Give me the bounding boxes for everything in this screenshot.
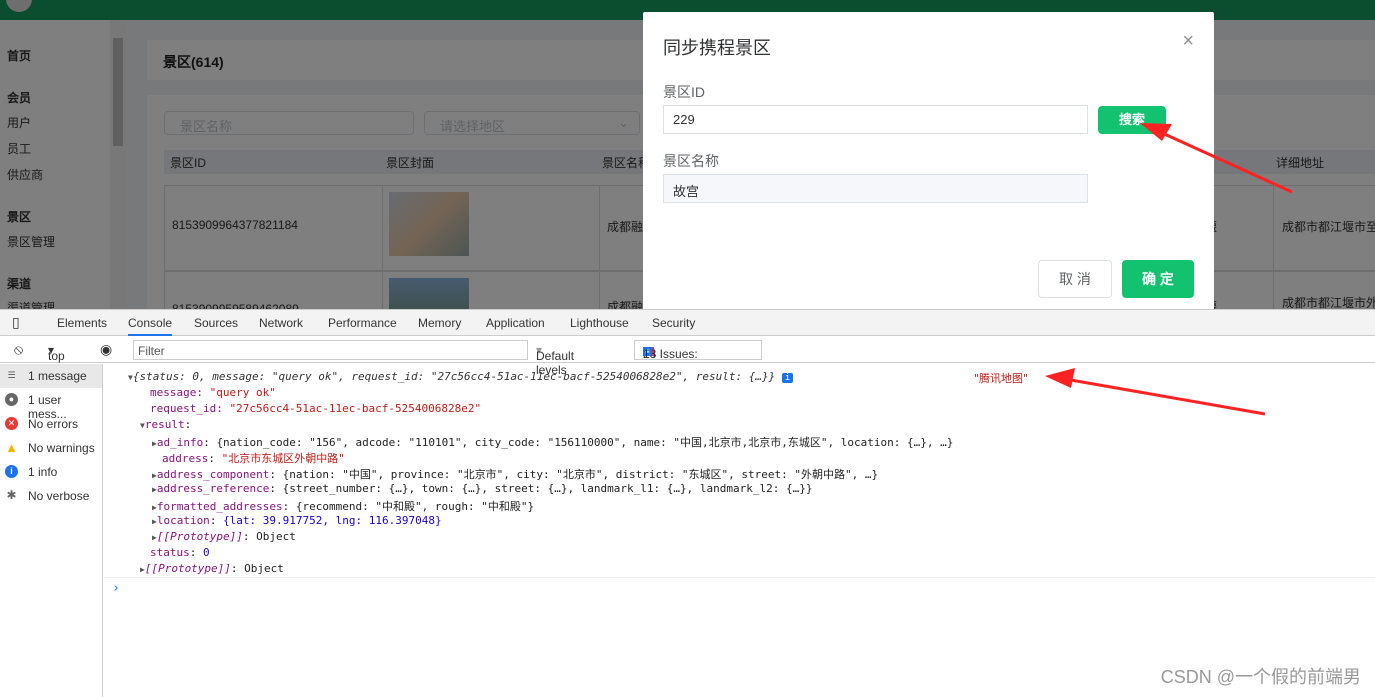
arrow-to-annotation [1064,377,1266,416]
arrowhead [1045,368,1075,388]
arrow-to-search [1159,130,1293,194]
arrowhead [1140,123,1172,141]
annotation-arrows [1045,123,1293,416]
